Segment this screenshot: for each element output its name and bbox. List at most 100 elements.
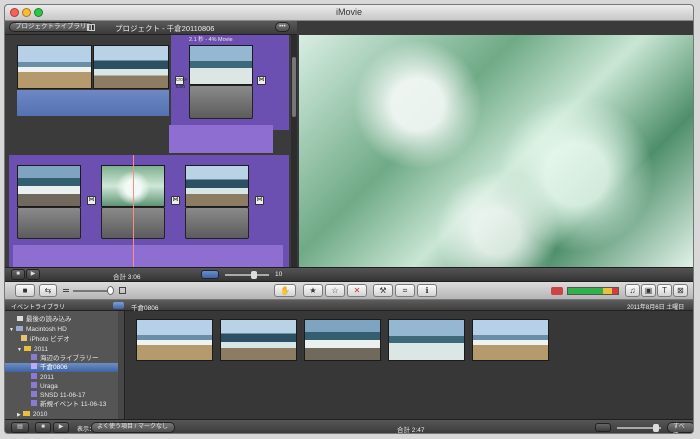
transition-icon[interactable]: ⋈ [257, 76, 266, 85]
event-icon [31, 354, 37, 360]
sidebar-item-event[interactable]: 海辺のライブラリー [5, 354, 119, 363]
event-library-sidebar: 最後の読み込み ▼ Macintosh HD iPhoto ビデオ ▼ 2011 海… [5, 311, 125, 419]
project-clip[interactable] [93, 45, 169, 89]
event-clip[interactable] [472, 319, 549, 361]
event-footer-bar: ▤ ■ ▶ 表示： よく使う項目 / マークなし 合計 2:47 すべて [5, 419, 693, 434]
show-sidebar-button[interactable]: ▤ [11, 422, 29, 433]
event-icon [31, 391, 37, 397]
sidebar-item-2011-folder[interactable]: ▼ 2011 [5, 345, 119, 354]
event-icon [31, 400, 37, 406]
event-zoom-thumb[interactable] [653, 424, 659, 432]
video-viewer[interactable] [299, 35, 693, 267]
event-header: イベントライブラリ 千倉0806 2011年8月6日 土曜日 [5, 300, 693, 312]
transition-icon[interactable]: ⋈ [87, 196, 96, 205]
info-button[interactable]: ℹ [417, 284, 437, 297]
event-browser[interactable] [126, 311, 693, 419]
clip-size-toggle[interactable] [595, 423, 611, 432]
project-zoom-slider[interactable] [225, 274, 269, 276]
filmstrip-icon [119, 287, 126, 294]
play-button[interactable]: ▶ [53, 422, 69, 433]
audio-waveform [13, 245, 283, 267]
event-date: 2011年8月6日 土曜日 [627, 305, 685, 311]
playhead[interactable] [133, 155, 134, 267]
event-options-button[interactable] [113, 302, 124, 309]
project-clip[interactable] [17, 165, 81, 207]
main-toolbar: ■ ⇆ ✋ ★ ☆ ✕ ⚒ ⌗ ℹ ♫ ▣ T ⊠ [5, 282, 693, 300]
show-all-button[interactable]: すべて [667, 422, 693, 433]
project-library-button[interactable]: プロジェクトライブラリ [9, 22, 93, 32]
iphoto-icon [21, 335, 27, 341]
audio-volume-icon [63, 289, 69, 292]
sidebar-item-event[interactable]: 新規イベント 11-06-13 [5, 400, 119, 409]
clip-thumbnail-placeholder [17, 207, 81, 239]
clip-thumbnail-placeholder [189, 85, 253, 119]
play-fullscreen-button[interactable]: ■ [11, 269, 25, 280]
sidebar-scrollbar[interactable] [118, 311, 124, 419]
transition-icon[interactable]: ⋈ [255, 196, 264, 205]
title-bar: iMovie [5, 5, 693, 21]
sidebar-item-event-selected[interactable]: 千倉0806 [5, 363, 119, 372]
project-clip[interactable] [17, 45, 92, 89]
play-button[interactable]: ▶ [26, 269, 40, 280]
project-more-button[interactable]: ••• [275, 22, 290, 32]
project-scrollbar[interactable] [291, 35, 297, 267]
clip-size-toggle[interactable] [201, 270, 219, 279]
project-title: プロジェクト - 千倉20110806 [115, 24, 215, 33]
sidebar-item-event[interactable]: SNSD 11-06-17 [5, 391, 119, 400]
clip-info-label: 2.1 秒 - 4% Movie [189, 37, 233, 43]
transition-icon[interactable]: ⋈ [171, 196, 180, 205]
title-browser-button[interactable]: T [657, 284, 672, 297]
event-clip[interactable] [136, 319, 213, 361]
hard-drive-icon [15, 326, 23, 331]
sidebar-item-iphoto-video[interactable]: iPhoto ビデオ [5, 335, 119, 344]
sidebar-item-event[interactable]: Uraga [5, 382, 119, 391]
music-browser-button[interactable]: ♫ [625, 284, 640, 297]
event-clip[interactable] [304, 319, 381, 361]
transition-browser-button[interactable]: ⊠ [673, 284, 688, 297]
project-zoom-thumb[interactable] [251, 271, 257, 279]
event-icon [31, 382, 37, 388]
camera-import-button[interactable]: ■ [15, 284, 35, 297]
audio-waveform [169, 125, 273, 153]
audio-meter-icon [551, 287, 563, 295]
project-clip[interactable] [189, 45, 253, 85]
play-fullscreen-button[interactable]: ■ [35, 422, 51, 433]
reject-button[interactable]: ✕ [347, 284, 367, 297]
disclosure-arrow-icon[interactable]: ▼ [17, 347, 22, 353]
event-clip[interactable] [388, 319, 465, 361]
project-total-duration: 合計 3:06 [113, 274, 141, 281]
voiceover-button[interactable]: ⚒ [373, 284, 393, 297]
sidebar-item-recent-import[interactable]: 最後の読み込み [5, 315, 119, 324]
project-grid-icon[interactable] [87, 24, 95, 31]
display-filter-select[interactable]: よく使う項目 / マークなし [91, 422, 175, 433]
crop-button[interactable]: ⌗ [395, 284, 415, 297]
disclosure-arrow-icon[interactable]: ▶ [17, 412, 21, 418]
hand-tool-button[interactable]: ✋ [274, 284, 296, 297]
folder-icon [23, 346, 31, 351]
sidebar-item-macintosh-hd[interactable]: ▼ Macintosh HD [5, 325, 119, 334]
folder-icon [22, 411, 30, 416]
film-strip-icon [17, 316, 23, 321]
event-clip[interactable] [220, 319, 297, 361]
project-zoom-value: 10 [275, 271, 283, 278]
event-icon [31, 373, 37, 379]
disclosure-arrow-icon[interactable]: ▼ [9, 327, 14, 333]
swap-button[interactable]: ⇆ [39, 284, 57, 297]
project-header: プロジェクトライブラリ プロジェクト - 千倉20110806 ••• [5, 21, 297, 35]
project-footer-bar: ■ ▶ 合計 3:06 10 [5, 267, 693, 282]
sidebar-item-event[interactable]: 2011 [5, 373, 119, 382]
project-storyboard[interactable]: 2.1 秒 - 4% Movie crop-icon ⋈ ⋈ ⋈ ⋈ [5, 35, 297, 267]
audio-waveform [17, 90, 169, 116]
clip-thumbnail-placeholder [185, 207, 249, 239]
thumbnail-slider-thumb[interactable] [107, 286, 114, 295]
sidebar-item-2010-folder[interactable]: ▶ 2010 [5, 410, 119, 419]
event-total-duration: 合計 2:47 [397, 427, 425, 434]
project-clip[interactable] [185, 165, 249, 207]
event-library-title: イベントライブラリ [11, 305, 66, 311]
photo-browser-button[interactable]: ▣ [641, 284, 656, 297]
transition-icon[interactable]: crop-icon [175, 76, 187, 90]
event-icon [31, 363, 37, 369]
favorite-button[interactable]: ★ [303, 284, 323, 297]
audio-level-meter [567, 287, 619, 295]
unmark-button[interactable]: ☆ [325, 284, 345, 297]
